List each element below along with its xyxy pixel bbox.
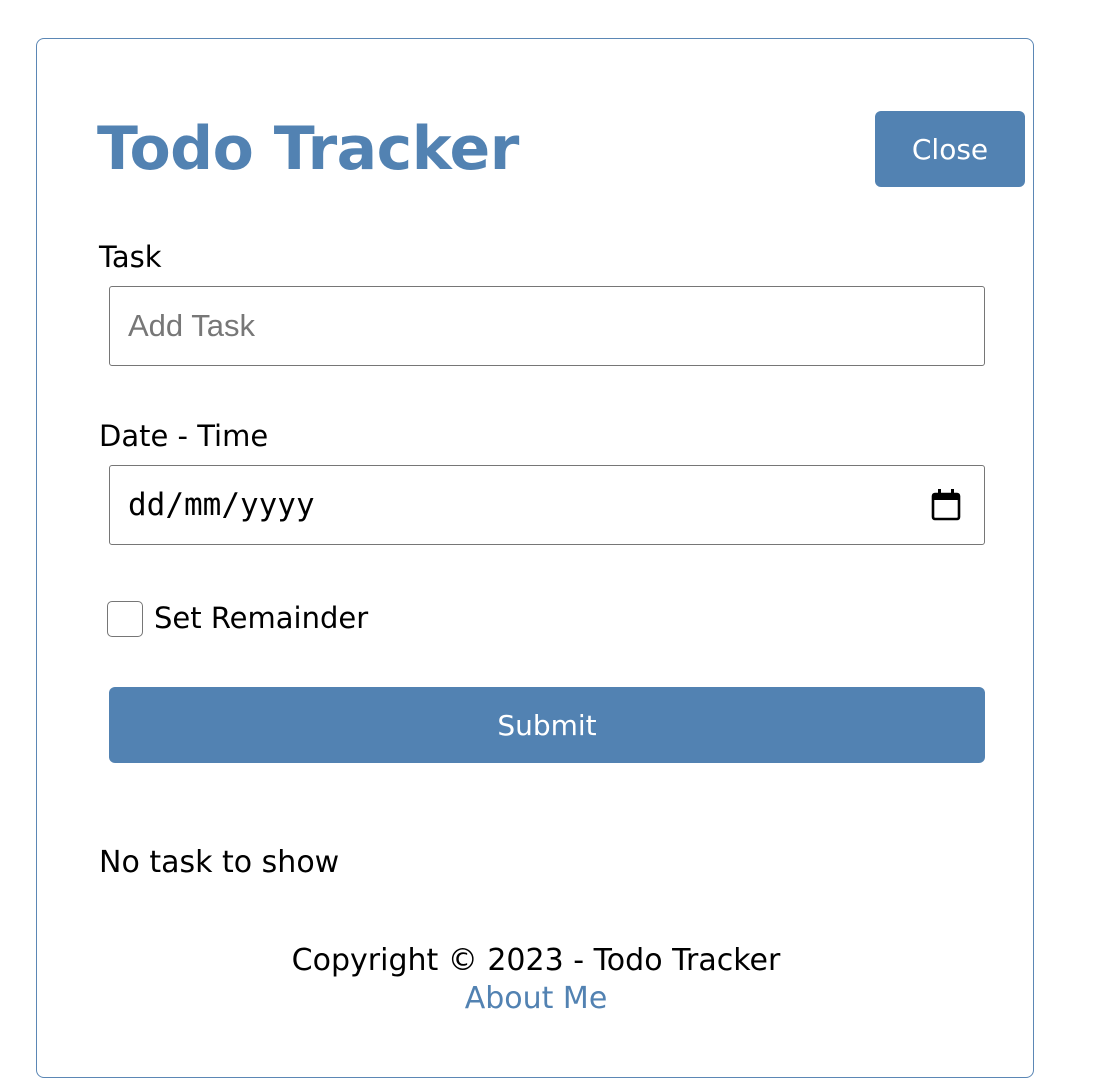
app-container: Todo Tracker Close Task Date - Time dd/m… [36, 38, 1034, 1078]
datetime-placeholder: dd/mm/yyyy [128, 487, 315, 523]
app-header: Todo Tracker Close [97, 109, 1025, 189]
footer: Copyright © 2023 - Todo Tracker About Me [37, 942, 1035, 1018]
reminder-checkbox[interactable] [107, 601, 143, 637]
reminder-label[interactable]: Set Remainder [154, 600, 368, 636]
about-link[interactable]: About Me [465, 980, 608, 1018]
task-input[interactable] [109, 286, 985, 366]
datetime-input[interactable]: dd/mm/yyyy [109, 465, 985, 545]
page-title: Todo Tracker [97, 114, 519, 184]
calendar-icon[interactable] [930, 488, 962, 522]
empty-task-message: No task to show [99, 845, 340, 880]
task-label: Task [99, 240, 162, 274]
close-button[interactable]: Close [875, 111, 1025, 187]
submit-button[interactable]: Submit [109, 687, 985, 763]
copyright-text: Copyright © 2023 - Todo Tracker [291, 943, 781, 978]
datetime-label: Date - Time [99, 419, 269, 453]
